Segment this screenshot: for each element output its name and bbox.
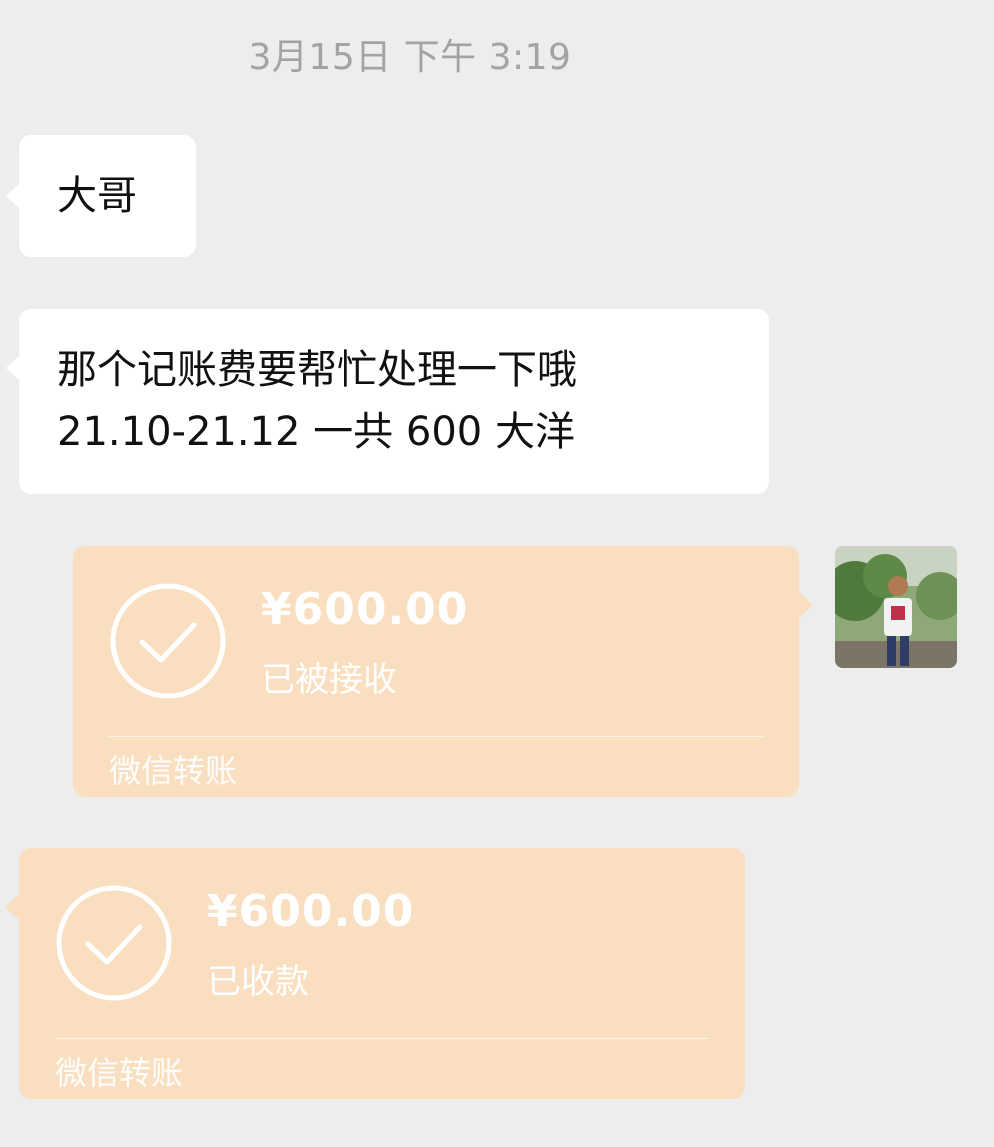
transfer-status: 已被接收	[261, 660, 397, 700]
divider	[55, 1038, 709, 1039]
message-bubble-incoming[interactable]: 大哥	[6, 135, 196, 257]
transfer-amount: ¥600.00	[261, 584, 469, 635]
transfer-amount: ¥600.00	[207, 886, 415, 937]
transfer-card-outgoing[interactable]: ¥600.00 已被接收 微信转账	[73, 546, 813, 797]
message-text-line: 那个记账费要帮忙处理一下哦	[57, 347, 577, 393]
transfer-label: 微信转账	[55, 1054, 184, 1092]
check-circle-icon	[56, 885, 172, 1001]
check-circle-icon	[110, 583, 226, 699]
chat-timestamp: 3月15日 下午 3:19	[248, 37, 572, 78]
divider	[109, 736, 763, 737]
transfer-status: 已收款	[207, 962, 309, 1002]
message-bubble-incoming[interactable]: 那个记账费要帮忙处理一下哦 21.10-21.12 一共 600 大洋	[6, 309, 769, 494]
avatar[interactable]	[835, 546, 957, 668]
transfer-label: 微信转账	[109, 752, 238, 790]
message-text: 大哥	[57, 173, 137, 219]
avatar-photo	[835, 546, 957, 668]
transfer-card-incoming[interactable]: ¥600.00 已收款 微信转账	[5, 848, 745, 1099]
message-text-line: 21.10-21.12 一共 600 大洋	[57, 409, 575, 455]
